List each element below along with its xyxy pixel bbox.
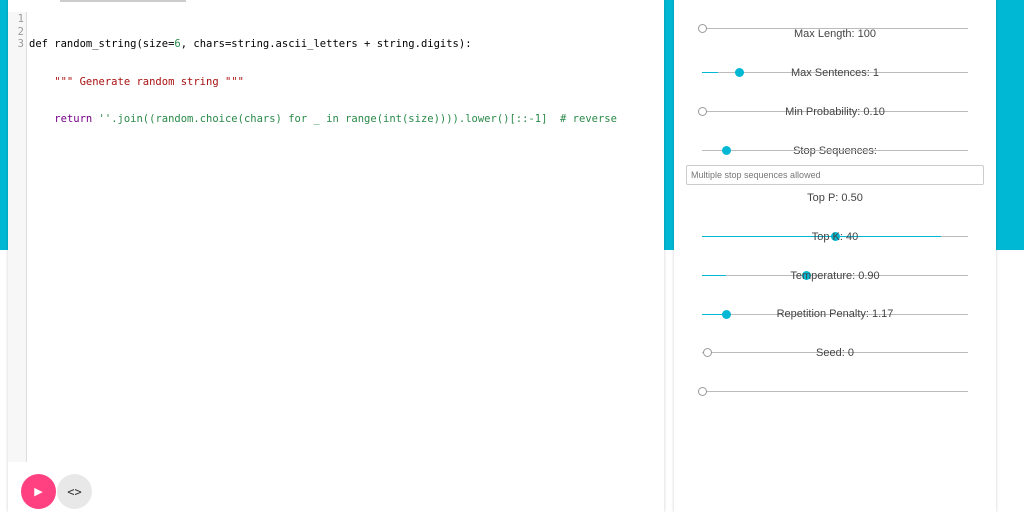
tab-indicator [60,0,186,2]
run-button[interactable]: ▶ [21,474,56,509]
slider-label: Seed: 0 [816,347,854,359]
line-number: 1 [17,13,24,25]
code-icon: <> [67,484,82,499]
code-line-3: return ''.join((random.choice(chars) for… [29,113,617,126]
slider-label: Repetition Penalty: 1.17 [776,308,894,320]
code-keyword: return [54,113,93,125]
code-text[interactable]: def random_string(size=6, chars=string.a… [29,13,617,151]
line-number: 3 [17,38,24,50]
code-editor[interactable]: 1 2 3 def random_string(size=6, chars=st… [8,12,664,462]
code-token: def random_string(size= [29,38,175,50]
slider-label: Top K: 40 [811,231,859,243]
line-number: 2 [17,25,24,38]
code-token: ''.join((random.choice(chars) for _ in r… [92,113,617,125]
view-code-button[interactable]: <> [57,474,92,509]
play-icon: ▶ [34,486,43,498]
slider-thumb[interactable] [721,146,731,155]
slider-label: Min Probability: 0.10 [785,106,885,118]
settings-panel: Stop Sequences: Multiple stop sequences … [674,0,996,512]
slider-thumb[interactable] [698,387,707,396]
slider-label: Temperature: 0.90 [790,270,880,282]
slider-label: Max Sentences: 1 [790,67,880,79]
line-gutter: 1 2 3 [8,12,27,462]
stop-sequences-input[interactable]: Multiple stop sequences allowed [686,165,984,185]
slider[interactable] [698,387,968,396]
slider-label: Top P: 0.50 [807,192,863,204]
slider[interactable] [702,146,968,155]
slider-label: Max Length: 100 [794,28,876,40]
code-token: , chars=string.ascii_letters + string.di… [180,38,472,50]
code-line-1: def random_string(size=6, chars=string.a… [29,38,617,51]
code-line-2: """ Generate random string """ [29,75,244,88]
code-panel: 1 2 3 def random_string(size=6, chars=st… [8,0,664,512]
